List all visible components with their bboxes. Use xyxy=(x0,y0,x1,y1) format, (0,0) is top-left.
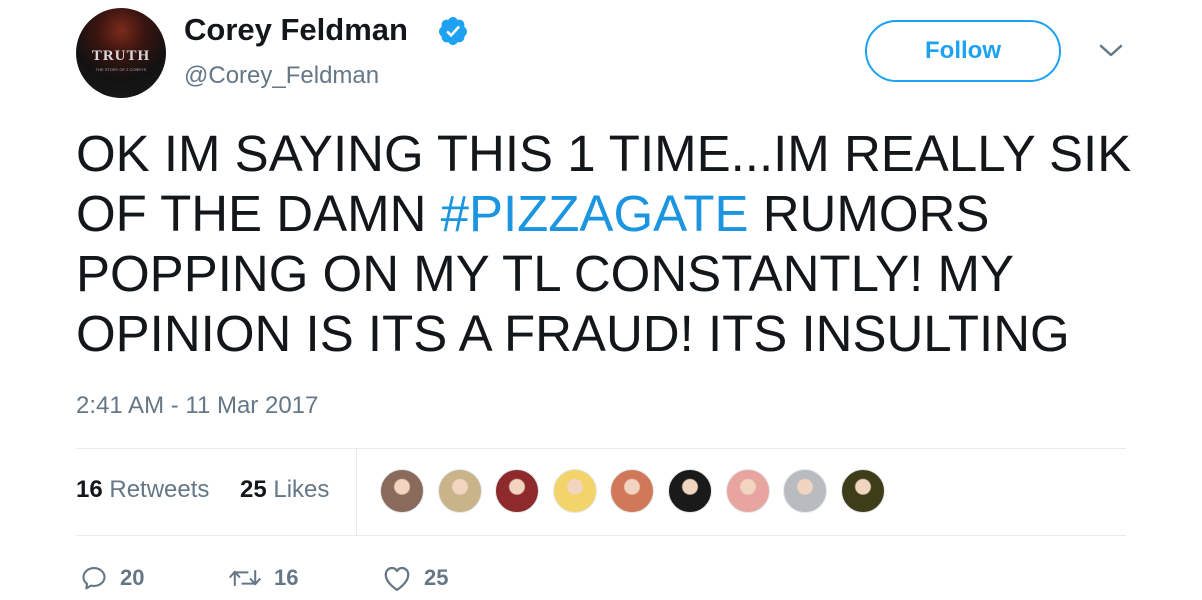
retweet-icon xyxy=(229,570,261,586)
reply-icon xyxy=(82,567,106,590)
retweet-button[interactable]: 16 xyxy=(228,560,298,596)
likes-label: Likes xyxy=(273,476,330,503)
retweets-count: 16 xyxy=(76,476,103,503)
divider xyxy=(76,448,1126,449)
chevron-down-icon[interactable] xyxy=(1098,42,1124,60)
liker-avatar[interactable] xyxy=(437,469,482,513)
likes-stat[interactable]: 25 Likes xyxy=(240,476,329,504)
avatar[interactable]: TRUTH THE STORY OF 2 COREYS xyxy=(76,8,166,98)
retweet-count: 16 xyxy=(274,565,299,590)
liker-avatar[interactable] xyxy=(552,469,597,513)
like-button[interactable]: 25 xyxy=(382,560,448,596)
liker-avatar[interactable] xyxy=(783,469,828,513)
avatar-logo-text: TRUTH xyxy=(91,48,151,64)
hashtag-link[interactable]: #PIZZAGATE xyxy=(441,185,749,242)
retweets-stat[interactable]: 16 Retweets xyxy=(76,476,209,504)
follow-button[interactable]: Follow xyxy=(865,20,1061,82)
retweets-label: Retweets xyxy=(109,476,210,503)
heart-icon xyxy=(384,566,410,591)
liker-avatar[interactable] xyxy=(667,469,712,513)
divider xyxy=(76,535,1126,536)
liker-avatar[interactable] xyxy=(610,469,655,513)
likers-avatar-list xyxy=(380,469,898,515)
display-name[interactable]: Corey Feldman xyxy=(184,12,408,48)
verified-badge-icon xyxy=(438,17,467,45)
liker-avatar[interactable] xyxy=(725,469,770,513)
divider xyxy=(356,448,357,535)
reply-button[interactable]: 20 xyxy=(80,560,144,596)
tweet-timestamp[interactable]: 2:41 AM - 11 Mar 2017 xyxy=(76,392,318,420)
reply-count: 20 xyxy=(120,565,145,590)
liker-avatar[interactable] xyxy=(495,469,540,513)
liker-avatar[interactable] xyxy=(840,469,885,513)
liker-avatar[interactable] xyxy=(380,469,424,513)
likes-count: 25 xyxy=(240,476,267,503)
tweet-text: OK IM SAYING THIS 1 TIME...IM REALLY SIK… xyxy=(76,124,1136,364)
user-handle[interactable]: @Corey_Feldman xyxy=(184,62,379,90)
avatar-logo-subtext: THE STORY OF 2 COREYS xyxy=(95,67,147,72)
like-count: 25 xyxy=(424,565,449,590)
